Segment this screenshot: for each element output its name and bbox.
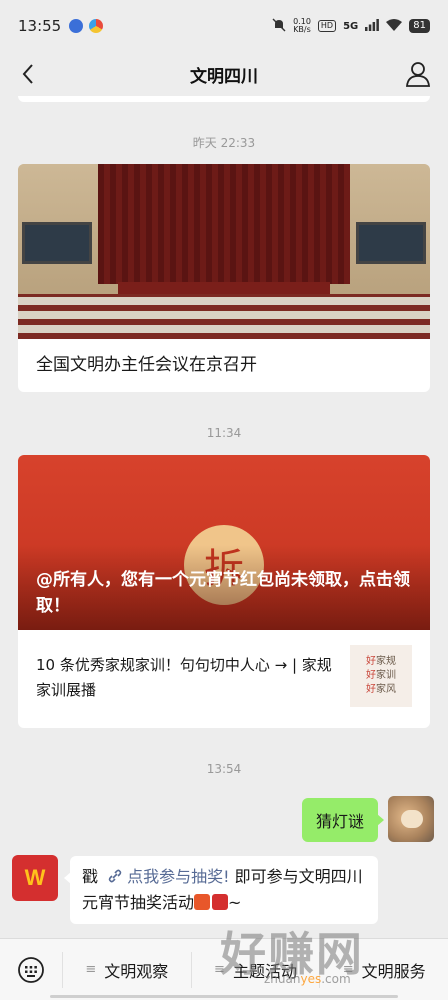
- thumb-char: 好: [366, 670, 376, 681]
- my-avatar[interactable]: [388, 796, 434, 842]
- photo-curtain: [98, 164, 350, 284]
- signal-bars-icon: [365, 18, 380, 34]
- notification-app-icon: [69, 19, 84, 33]
- red-envelope-banner[interactable]: 拆 @所有人，您有一个元宵节红包尚未领取，点击领取！: [18, 455, 430, 630]
- sub-article-thumbnail[interactable]: 好家规 好家训 好家风: [350, 645, 412, 707]
- status-bar: 13:55 0.10 KB/s HD 5G 81: [0, 0, 448, 52]
- watermark-url-part: yes: [300, 972, 322, 986]
- photo-screen-right: [356, 222, 426, 264]
- watermark-url-part: zhuan: [264, 972, 301, 986]
- watermark-url-part: .com: [321, 972, 351, 986]
- photo-screen-left: [22, 222, 92, 264]
- lantern-emoji-icon: [194, 894, 211, 910]
- status-time: 13:55: [18, 17, 62, 35]
- thumb-char: 好: [366, 656, 376, 667]
- profile-button[interactable]: [404, 60, 432, 88]
- sub-article-title[interactable]: 10 条优秀家规家训！句句切中人心 → | 家规家训展播: [36, 653, 336, 703]
- hd-badge: HD: [317, 20, 337, 32]
- battery-indicator: 81: [409, 19, 430, 33]
- menu-tab-label: 文明观察: [104, 961, 169, 981]
- banner-headline: @所有人，您有一个元宵节红包尚未领取，点击领取！: [36, 570, 410, 616]
- status-right: 0.10 KB/s HD 5G 81: [272, 18, 430, 35]
- signal-label: 5G: [343, 20, 359, 32]
- nav-bar: 文明四川: [0, 52, 448, 96]
- site-watermark: 好赚网 zhuanyes.com: [220, 918, 440, 1000]
- article-card-multi: 拆 @所有人，您有一个元宵节红包尚未领取，点击领取！ 10 条优秀家规家训！句句…: [18, 455, 430, 728]
- article-card[interactable]: 全国文明办主任会议在京召开: [18, 164, 430, 392]
- previous-card-edge: [18, 96, 430, 102]
- outgoing-message-bubble[interactable]: 猜灯谜: [301, 798, 385, 842]
- lottery-link[interactable]: 点我参与抽奖!: [127, 867, 229, 886]
- meeting-photo: [18, 164, 430, 339]
- photo-seating: [18, 294, 430, 339]
- menu-icon: ≡: [85, 962, 97, 977]
- thumb-char: 好: [366, 684, 376, 695]
- thumb-char: 风: [386, 684, 396, 695]
- person-icon: [406, 62, 430, 87]
- message-tail: ~: [228, 893, 242, 912]
- browser-app-icon: [89, 19, 104, 33]
- timestamp: 昨天 22:33: [192, 136, 256, 150]
- official-account-avatar[interactable]: W: [12, 855, 58, 901]
- keyboard-icon: [18, 956, 44, 983]
- thumb-char: 家: [376, 656, 386, 667]
- watermark-url: zhuanyes.com: [264, 972, 351, 986]
- mute-icon: [272, 18, 286, 35]
- avatar-face: [401, 810, 423, 828]
- thumb-row: 好家风: [366, 683, 396, 697]
- thumb-row: 好家训: [366, 669, 396, 683]
- link-icon: [107, 866, 123, 883]
- thumb-char: 家: [376, 670, 386, 681]
- home-indicator: [50, 995, 398, 998]
- thumb-char: 训: [386, 670, 396, 681]
- article-title: 全国文明办主任会议在京召开: [36, 355, 257, 375]
- net-speed: 0.10 KB/s: [293, 18, 311, 34]
- menu-tab-civilization-observe[interactable]: ≡ 文明观察: [62, 951, 191, 988]
- thumb-char: 家: [376, 684, 386, 695]
- thumb-row: 好家规: [366, 655, 396, 669]
- page-title: 文明四川: [190, 66, 258, 87]
- back-button[interactable]: [14, 60, 42, 88]
- message-prefix: 戳: [82, 867, 99, 886]
- thumb-char: 规: [386, 656, 396, 667]
- incoming-message-bubble: 戳 点我参与抽奖! 即可参与文明四川元宵节抽奖活动 ~: [64, 856, 378, 924]
- red-envelope-emoji-icon: [212, 894, 229, 910]
- wifi-icon: [386, 18, 403, 34]
- timestamp: 11:34: [206, 426, 242, 440]
- net-speed-unit: KB/s: [293, 25, 311, 34]
- timestamp: 13:54: [206, 762, 242, 776]
- keyboard-toggle-button[interactable]: [0, 939, 62, 1000]
- chevron-left-icon: [22, 64, 33, 84]
